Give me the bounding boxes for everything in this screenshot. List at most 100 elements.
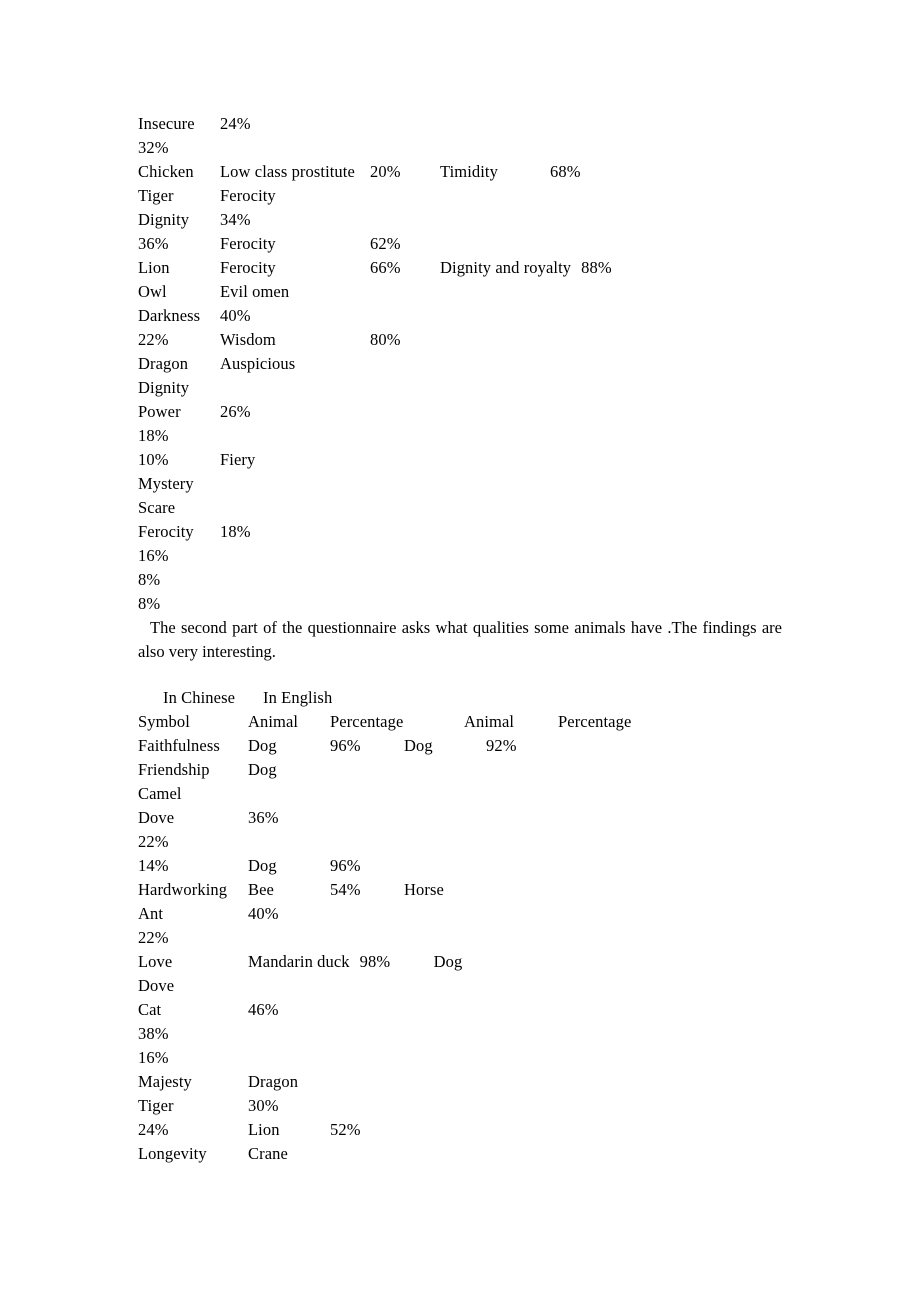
table-row: 10% Fiery [138, 448, 782, 472]
table-cell: Auspicious [220, 354, 296, 373]
table-cell: Owl [138, 282, 167, 301]
table-cell: Power [138, 402, 181, 421]
table-row: Mystery [138, 472, 782, 496]
table-cell: 96% [330, 736, 361, 755]
table-row: 22% [138, 926, 782, 950]
table-cell: 8% [138, 570, 161, 589]
table-row: Dignity 34% [138, 208, 782, 232]
table-cell: 68% [550, 162, 581, 181]
table-cell: 88% [581, 258, 612, 277]
table-cell: Ferocity [220, 186, 276, 205]
table-row: Dove [138, 974, 782, 998]
table-cell: Lion [138, 258, 170, 277]
table-cell: Horse [404, 880, 444, 899]
table-cell: Low class prostitute [220, 162, 355, 181]
table-cell: Chicken [138, 162, 194, 181]
table-cell: 22% [138, 832, 169, 851]
table-row: Cat 46% [138, 998, 782, 1022]
table-cell: 24% [138, 1120, 169, 1139]
table-cell: 16% [138, 1048, 169, 1067]
table-row: 8% [138, 592, 782, 616]
table-cell: Scare [138, 498, 176, 517]
table-row: Love Mandarin duck 98% Dog [138, 950, 782, 974]
table-row: 16% [138, 544, 782, 568]
table-cell: 98% [359, 952, 391, 971]
table-cell: Dignity [138, 210, 190, 229]
table-row: Chicken Low class prostitute 20% Timidity 68… [138, 160, 782, 184]
table-cell: 18% [138, 426, 169, 445]
table-cell: Dove [138, 976, 175, 995]
table-cell: 22% [138, 928, 169, 947]
table-row: Tiger Ferocity [138, 184, 782, 208]
table-row: Tiger 30% [138, 1094, 782, 1118]
table-cell: Dragon [248, 1072, 299, 1091]
table-cell: 16% [138, 546, 169, 565]
table-row: Dragon Auspicious [138, 352, 782, 376]
table-cell: 46% [248, 1000, 279, 1019]
table-cell: 36% [248, 808, 279, 827]
table-cell: Dog [404, 736, 433, 755]
table-row: 8% [138, 568, 782, 592]
table-cell: Ferocity [220, 258, 276, 277]
table-cell: 22% [138, 330, 169, 349]
table-cell: 30% [248, 1096, 279, 1115]
table-cell: Tiger [138, 186, 174, 205]
table-cell: Faithfulness [138, 736, 220, 755]
table-cell: 62% [370, 234, 401, 253]
table-cell: Majesty [138, 1072, 192, 1091]
document-body: Insecure 24% 32% Chicken Low class prostitut… [138, 112, 782, 1166]
table-row: 18% [138, 424, 782, 448]
table-cell: Animal [248, 712, 299, 731]
table-row: Darkness 40% [138, 304, 782, 328]
table-cell: 38% [138, 1024, 169, 1043]
table-row: 24% Lion 52% [138, 1118, 782, 1142]
table-cell: 40% [220, 306, 251, 325]
table-cell: 18% [220, 522, 251, 541]
table-cell: 54% [330, 880, 361, 899]
table-row: Insecure 24% [138, 112, 782, 136]
table-cell: Bee [248, 880, 274, 899]
table-cell: Mystery [138, 474, 194, 493]
table-row: Hardworking Bee 54% Horse [138, 878, 782, 902]
table-row: Faithfulness Dog 96% Dog 92% [138, 734, 782, 758]
table-two: In Chinese In English Symbol Animal Percenta… [138, 686, 782, 1166]
table-cell: 26% [220, 402, 251, 421]
table-cell: Evil omen [220, 282, 290, 301]
table-row: 16% [138, 1046, 782, 1070]
table-cell: Ferocity [138, 522, 194, 541]
table-row: Friendship Dog [138, 758, 782, 782]
table-cell: Dragon [138, 354, 189, 373]
second-part-paragraph: The second part of the questionnaire ask… [138, 618, 782, 661]
table-cell: 20% [370, 162, 401, 181]
table-row: 38% [138, 1022, 782, 1046]
table-cell: 40% [248, 904, 279, 923]
table-cell: Timidity [440, 162, 498, 181]
table-cell: Dignity and royalty [440, 258, 572, 277]
table-cell: Fiery [220, 450, 256, 469]
table-row: Longevity Crane [138, 1142, 782, 1166]
paragraph-table-spacer [138, 664, 782, 686]
table-cell: 32% [138, 138, 169, 157]
table-cell: Percentage [558, 712, 632, 731]
table-row: 22% [138, 830, 782, 854]
table-row: Power 26% [138, 400, 782, 424]
table-cell: Lion [248, 1120, 280, 1139]
table-cell: Dog [248, 736, 277, 755]
table-row: 14% Dog 96% [138, 854, 782, 878]
table-cell: Mandarin duck [248, 952, 350, 971]
table-cell: Longevity [138, 1144, 207, 1163]
table-cell: In Chinese [163, 688, 236, 707]
table-cell: Dog [433, 952, 463, 971]
table-cell: Hardworking [138, 880, 228, 899]
table-row: Dove 36% [138, 806, 782, 830]
table-cell: Tiger [138, 1096, 174, 1115]
table-cell: Wisdom [220, 330, 276, 349]
table-cell: 14% [138, 856, 169, 875]
table-row: Camel [138, 782, 782, 806]
table-cell: Ant [138, 904, 164, 923]
table-row: Dignity [138, 376, 782, 400]
table-cell: 52% [330, 1120, 361, 1139]
table-cell: Darkness [138, 306, 201, 325]
table-cell: Symbol [138, 712, 190, 731]
table-cell: 24% [220, 114, 251, 133]
